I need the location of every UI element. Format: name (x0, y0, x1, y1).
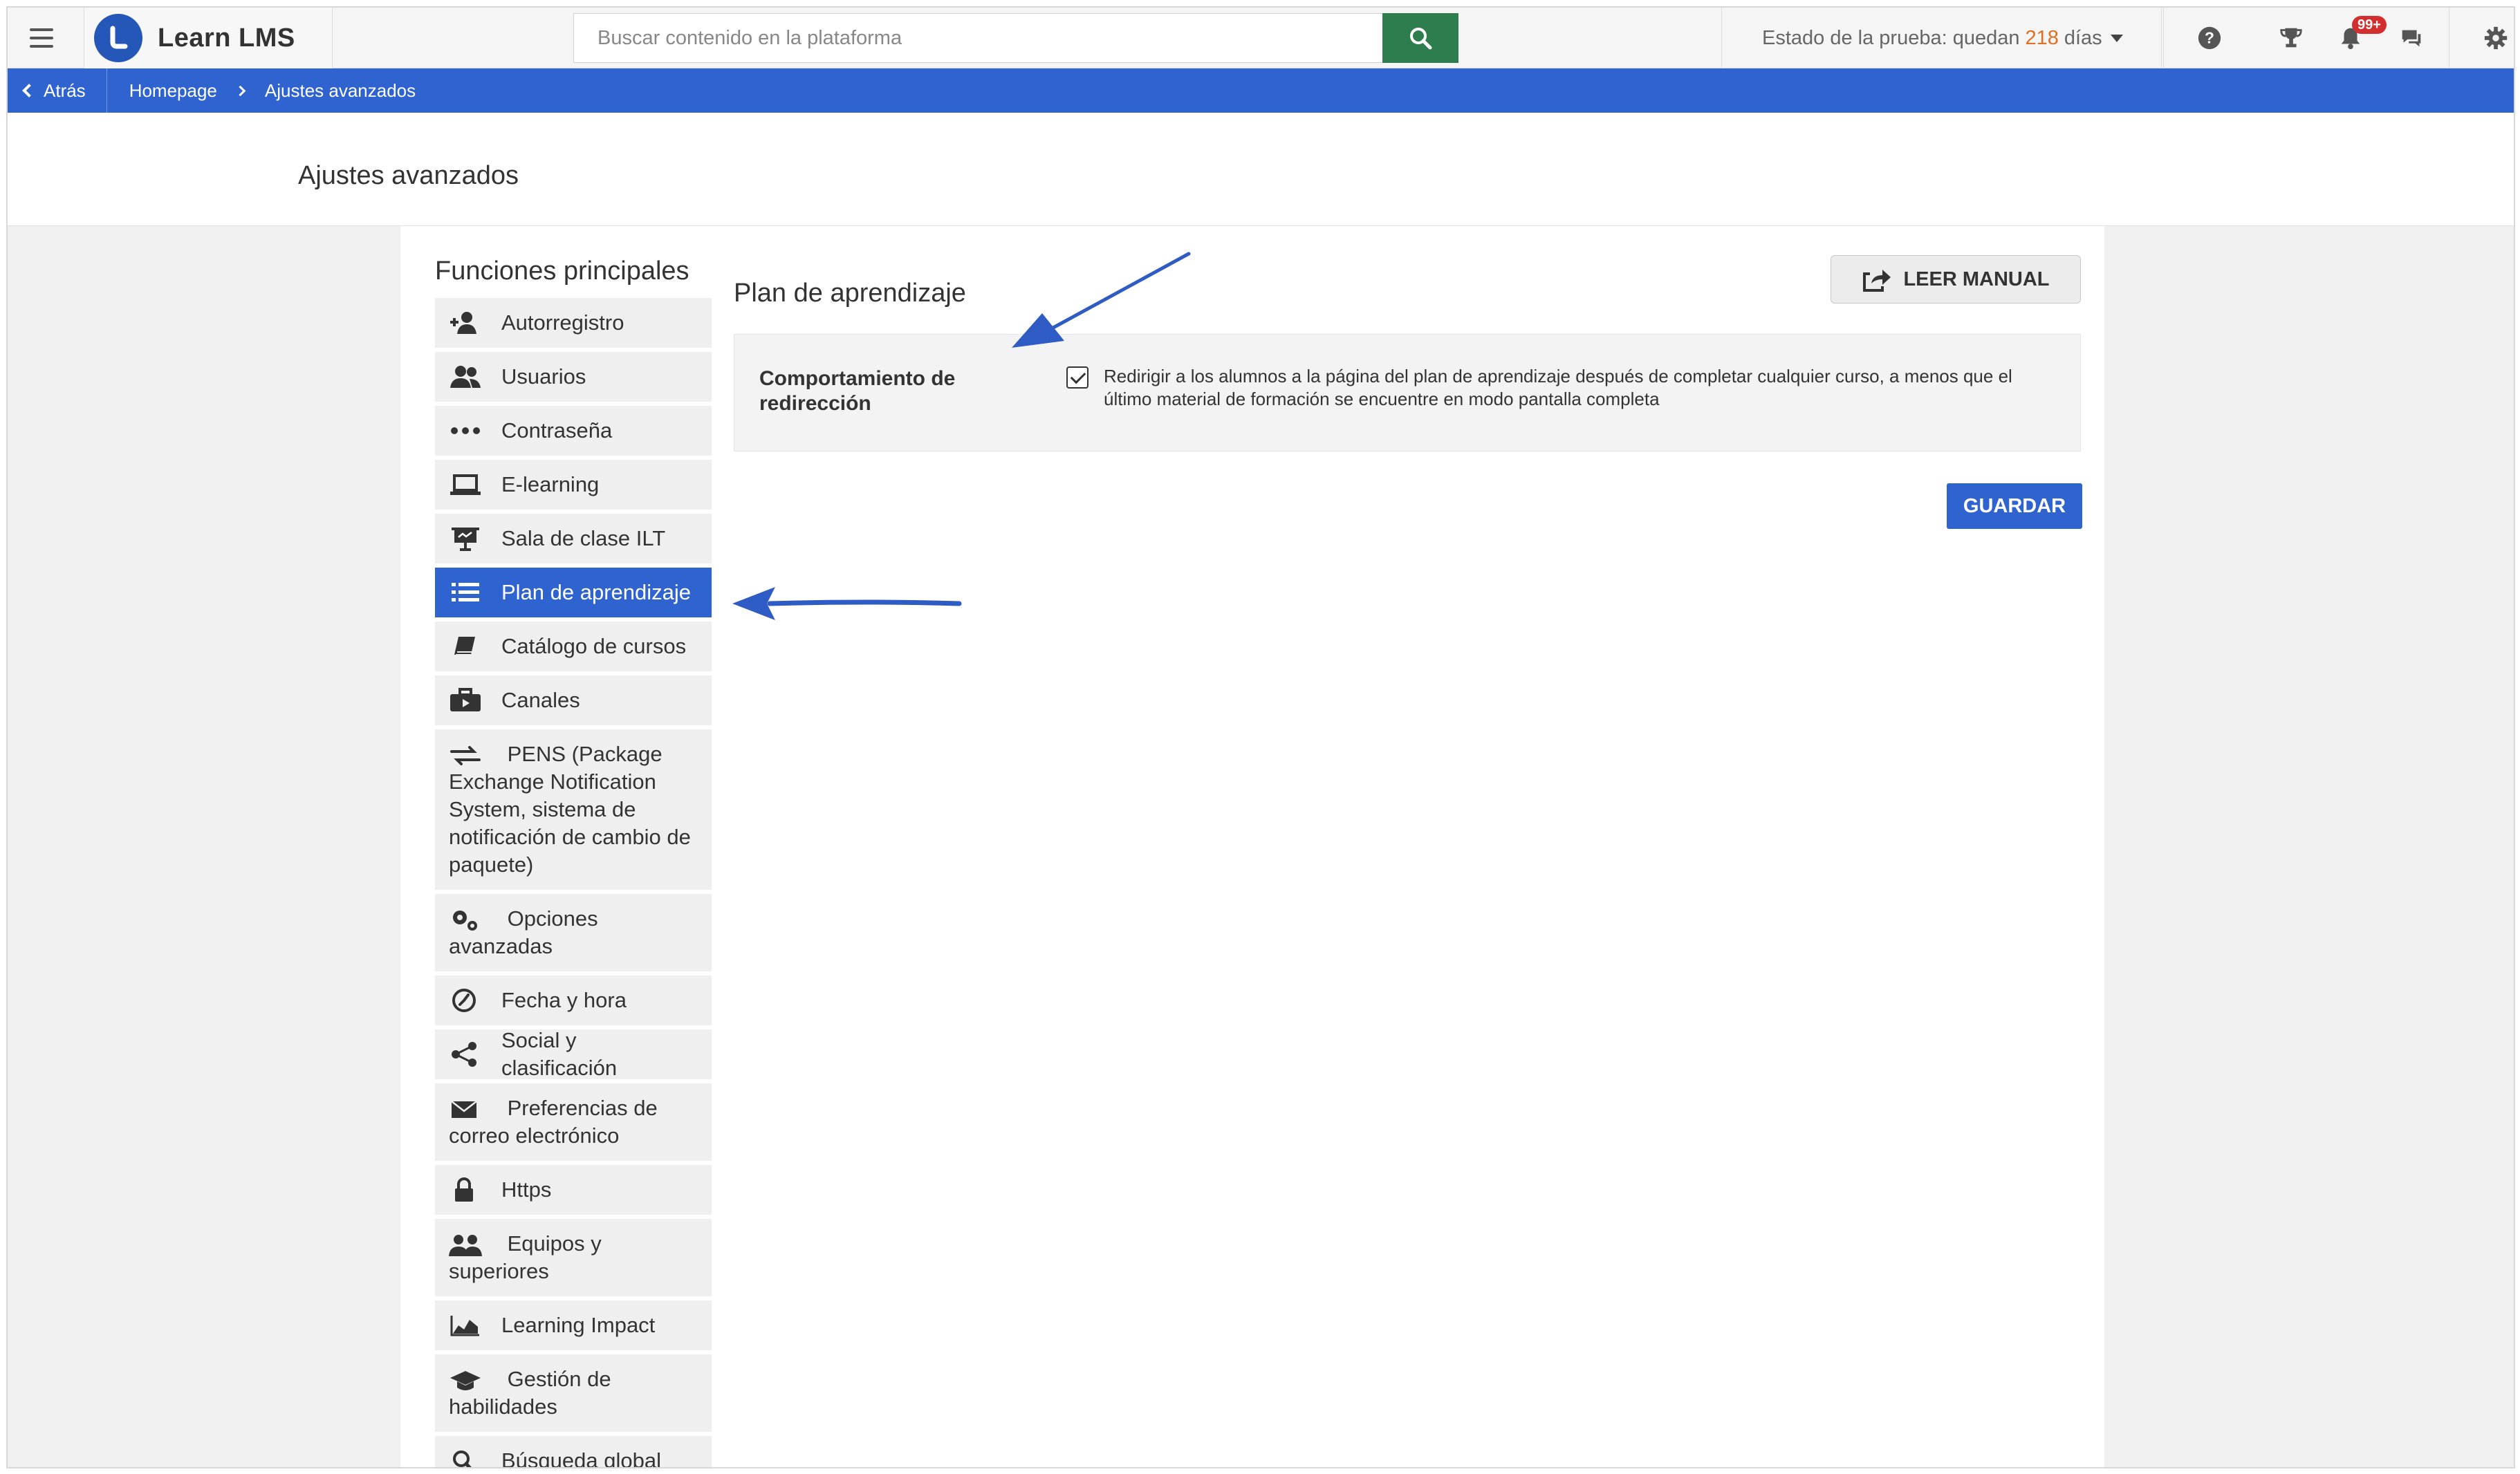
chevron-left-icon (22, 84, 36, 97)
section-heading: Plan de aprendizaje (734, 279, 966, 308)
settings-panel: Funciones principales Autorregistro Usua… (400, 226, 2104, 1468)
sidebar-item-label: Social y clasificación (501, 1028, 618, 1080)
search-bar (573, 13, 1458, 63)
sidebar-item-label: Https (501, 1177, 552, 1202)
sidebar-item-fecha-hora[interactable]: Fecha y hora (435, 976, 712, 1025)
breadcrumb-current: Ajustes avanzados (264, 80, 416, 101)
sidebar-item-catalogo-cursos[interactable]: Catálogo de cursos (435, 622, 712, 671)
search-input[interactable] (573, 13, 1382, 63)
lock-icon (449, 1177, 482, 1202)
messages-button[interactable] (2381, 8, 2442, 68)
sidebar-item-autorregistro[interactable]: Autorregistro (435, 298, 712, 348)
help-button[interactable]: ? (2179, 8, 2240, 68)
trophy-icon (2280, 28, 2302, 48)
briefcase-icon (449, 688, 482, 713)
save-button[interactable]: GUARDAR (1947, 483, 2082, 529)
team-icon (449, 1233, 482, 1258)
graduation-cap-icon (449, 1368, 482, 1393)
page-title: Ajustes avanzados (298, 161, 519, 190)
read-manual-button[interactable]: LEER MANUAL (1831, 255, 2081, 304)
sidebar-item-canales[interactable]: Canales (435, 675, 712, 725)
gears-icon (449, 908, 482, 933)
sidebar-item-equipos-superiores[interactable]: Equipos y superiores (435, 1219, 712, 1296)
sidebar-title: Funciones principales (435, 256, 689, 286)
sidebar-item-label: Autorregistro (501, 310, 624, 335)
caret-down-icon (2110, 34, 2123, 42)
setting-description: Redirigir a los alumnos a la página del … (1104, 366, 2012, 409)
settings-nav: Autorregistro Usuarios Contraseña E-lear… (435, 298, 712, 1468)
page-header: Ajustes avanzados (8, 113, 2514, 226)
back-label: Atrás (44, 80, 86, 101)
setting-label: Comportamiento de redirección (759, 367, 956, 415)
app-name: Learn LMS (158, 23, 295, 53)
breadcrumb: Atrás Homepage Ajustes avanzados (8, 68, 2514, 113)
sidebar-item-label: Plan de aprendizaje (501, 580, 692, 604)
setting-row: Comportamiento de redirección Redirigir … (734, 334, 2081, 451)
sidebar-item-label: PENS (Package Exchange Notification Syst… (449, 742, 691, 877)
back-button[interactable]: Atrás (8, 68, 107, 113)
sidebar-item-pens[interactable]: PENS (Package Exchange Notification Syst… (435, 729, 712, 890)
trial-prefix: Estado de la prueba: quedan (1762, 26, 2020, 49)
sidebar-item-label: Sala de clase ILT (501, 526, 666, 550)
search-icon (1410, 28, 1432, 50)
sidebar-item-label: E-learning (501, 472, 600, 496)
share-icon (449, 1042, 482, 1067)
laptop-icon (449, 472, 482, 497)
breadcrumb-home-link[interactable]: Homepage (129, 80, 217, 102)
area-chart-icon (449, 1313, 482, 1338)
notifications-button[interactable]: 99+ (2320, 8, 2387, 68)
user-add-icon (449, 310, 482, 335)
book-icon (449, 634, 482, 659)
sidebar-item-sala-clase-ilt[interactable]: Sala de clase ILT (435, 514, 712, 563)
password-dots-icon (449, 418, 482, 443)
sidebar-item-label: Catálogo de cursos (501, 634, 687, 658)
trial-status-dropdown[interactable]: Estado de la prueba: quedan 218 días (1721, 8, 2164, 68)
top-bar: Learn LMS Estado de la prueba: quedan 21… (8, 8, 2514, 68)
app-window: Learn LMS Estado de la prueba: quedan 21… (6, 6, 2515, 1468)
chevron-right-icon (234, 85, 246, 96)
sidebar-item-learning-impact[interactable]: Learning Impact (435, 1300, 712, 1350)
sidebar-item-social-clasificacion[interactable]: Social y clasificación (435, 1028, 712, 1080)
sidebar-item-busqueda-global[interactable]: Búsqueda global (435, 1436, 712, 1468)
read-manual-label: LEER MANUAL (1903, 268, 2050, 290)
clock-icon (449, 988, 482, 1013)
brand[interactable]: Learn LMS (84, 8, 333, 68)
users-icon (449, 364, 482, 389)
trial-days: 218 (2025, 26, 2059, 49)
sidebar-item-label: Canales (501, 688, 580, 712)
redirect-checkbox[interactable] (1066, 366, 1088, 389)
sidebar-item-label: Fecha y hora (501, 988, 627, 1012)
sidebar-item-preferencias-correo[interactable]: Preferencias de correo electrónico (435, 1083, 712, 1161)
sidebar-item-gestion-habilidades[interactable]: Gestión de habilidades (435, 1354, 712, 1432)
sidebar-item-label: Búsqueda global (501, 1448, 661, 1468)
presentation-icon (449, 526, 482, 551)
envelope-icon (449, 1097, 482, 1122)
sidebar-item-usuarios[interactable]: Usuarios (435, 352, 712, 402)
sidebar-item-plan-aprendizaje[interactable]: Plan de aprendizaje (435, 568, 712, 617)
search-icon (449, 1448, 482, 1467)
gear-icon (2484, 26, 2508, 50)
exchange-icon (449, 743, 482, 768)
sidebar-item-opciones-avanzadas[interactable]: Opciones avanzadas (435, 894, 712, 971)
hamburger-menu-icon[interactable] (20, 23, 63, 53)
learn-logo-icon (94, 14, 142, 62)
sidebar-item-elearning[interactable]: E-learning (435, 460, 712, 510)
search-button[interactable] (1382, 13, 1458, 63)
sidebar-item-label: Learning Impact (501, 1313, 656, 1337)
chat-icon (2402, 30, 2421, 47)
sidebar-item-contrasena[interactable]: Contraseña (435, 406, 712, 456)
help-icon: ? (2198, 26, 2221, 50)
svg-text:?: ? (2205, 29, 2214, 47)
trial-suffix: días (2064, 26, 2102, 49)
sidebar-item-label: Usuarios (501, 364, 586, 389)
list-icon (449, 580, 482, 605)
achievements-button[interactable] (2261, 8, 2322, 68)
share-external-icon (1863, 270, 1891, 292)
sidebar-item-label: Contraseña (501, 418, 613, 442)
sidebar-item-https[interactable]: Https (435, 1165, 712, 1215)
settings-button[interactable] (2465, 8, 2514, 68)
